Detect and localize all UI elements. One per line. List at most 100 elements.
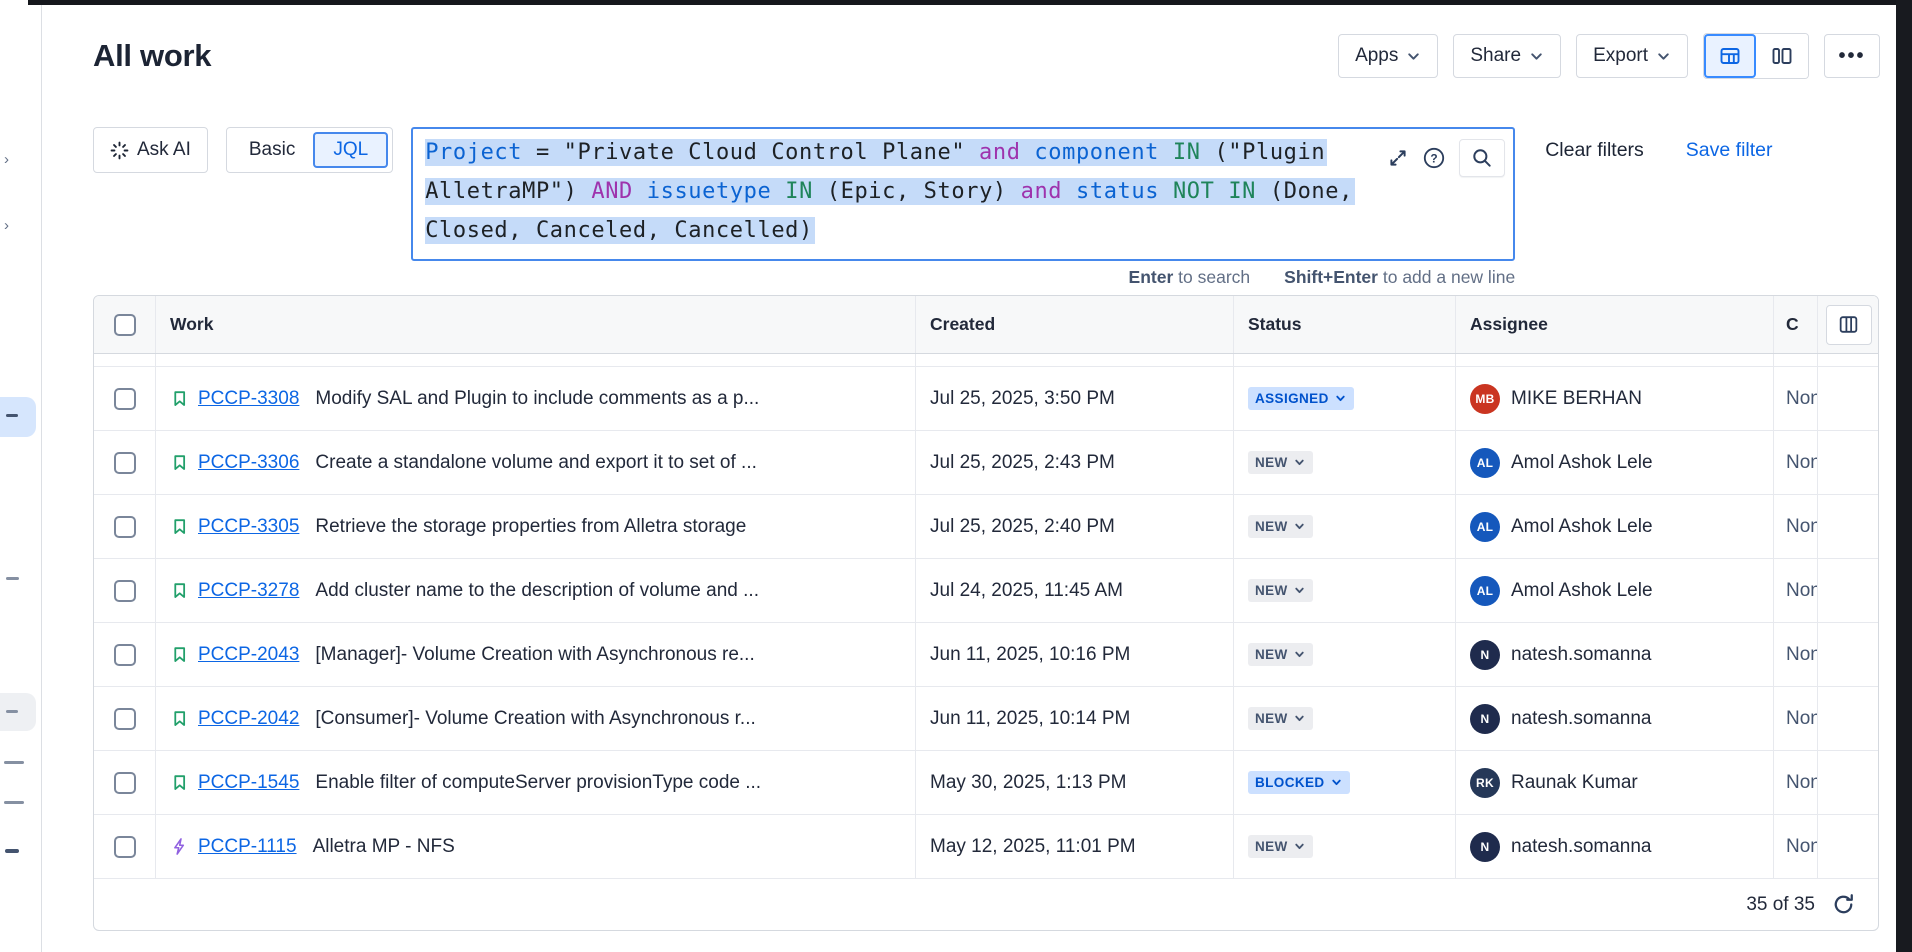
- sidebar-item-hover[interactable]: [0, 693, 36, 731]
- clear-filters-link[interactable]: Clear filters: [1545, 139, 1644, 162]
- jql-token: [771, 179, 785, 204]
- jql-token: component: [1034, 140, 1159, 165]
- status-cell: NEW: [1234, 815, 1456, 878]
- share-button[interactable]: Share: [1453, 34, 1561, 78]
- header-actions: Apps Share Export: [1338, 33, 1880, 79]
- jql-token: NOT IN: [1173, 179, 1256, 204]
- status-badge[interactable]: BLOCKED: [1248, 771, 1350, 794]
- status-badge[interactable]: NEW: [1248, 515, 1313, 538]
- expand-editor-button[interactable]: [1387, 147, 1409, 169]
- column-header-truncated[interactable]: C: [1774, 296, 1818, 353]
- ask-ai-button[interactable]: Ask AI: [93, 127, 208, 173]
- assignee-name: Amol Ashok Lele: [1511, 516, 1653, 538]
- issue-key-link[interactable]: PCCP-3278: [198, 580, 299, 602]
- issue-key-link[interactable]: PCCP-1545: [198, 772, 299, 794]
- issue-key-link[interactable]: PCCP-1115: [198, 836, 297, 858]
- jql-lines: Project = "Private Cloud Control Plane" …: [425, 134, 1363, 251]
- configure-columns-button[interactable]: [1826, 305, 1872, 345]
- more-icon: •••: [1839, 45, 1866, 68]
- status-badge[interactable]: NEW: [1248, 579, 1313, 602]
- column-header-work[interactable]: Work: [156, 296, 916, 353]
- jql-token: and: [979, 140, 1021, 165]
- refresh-icon: [1831, 892, 1856, 917]
- jql-editor-wrap: Project = "Private Cloud Control Plane" …: [411, 127, 1515, 288]
- jql-token: (Epic, Story): [813, 179, 1021, 204]
- issue-key-link[interactable]: PCCP-2043: [198, 644, 299, 666]
- syntax-help-button[interactable]: ?: [1421, 145, 1447, 171]
- assignee-cell: Nnatesh.somanna: [1456, 623, 1774, 686]
- run-search-button[interactable]: [1459, 139, 1505, 177]
- filter-bar: Ask AI Basic JQL Project = "Private Clou…: [93, 127, 1880, 288]
- row-checkbox[interactable]: [114, 452, 136, 474]
- split-view-button[interactable]: [1756, 34, 1808, 78]
- help-icon: ?: [1421, 145, 1447, 171]
- issue-key-link[interactable]: PCCP-2042: [198, 708, 299, 730]
- assignee-name: natesh.somanna: [1511, 836, 1652, 858]
- status-badge[interactable]: NEW: [1248, 707, 1313, 730]
- hint-enter: Enter to search: [1129, 267, 1251, 288]
- row-checkbox-cell: [94, 367, 156, 430]
- issue-key-link[interactable]: PCCP-3305: [198, 516, 299, 538]
- table-header: Work Created Status Assignee C: [94, 296, 1878, 354]
- epic-icon: [170, 837, 189, 856]
- jql-mode-button[interactable]: JQL: [313, 132, 388, 168]
- row-checkbox-cell: [94, 495, 156, 558]
- save-filter-link[interactable]: Save filter: [1686, 139, 1773, 162]
- sidebar-item-selected[interactable]: [0, 397, 36, 437]
- jql-tools: ?: [1387, 139, 1505, 177]
- chevron-down-icon: [1330, 776, 1343, 789]
- row-checkbox[interactable]: [114, 708, 136, 730]
- row-checkbox[interactable]: [114, 580, 136, 602]
- page-header: All work Apps Share Export: [93, 33, 1880, 79]
- chevron-down-icon: [1406, 49, 1421, 64]
- row-checkbox[interactable]: [114, 516, 136, 538]
- issue-summary: Enable filter of computeServer provision…: [315, 772, 761, 794]
- export-button-label: Export: [1593, 45, 1648, 67]
- row-checkbox[interactable]: [114, 388, 136, 410]
- created-cell: Jun 11, 2025, 10:16 PM: [916, 623, 1234, 686]
- issue-summary: Retrieve the storage properties from All…: [315, 516, 746, 538]
- assignee-name: Amol Ashok Lele: [1511, 580, 1653, 602]
- assignee-cell: ALAmol Ashok Lele: [1456, 495, 1774, 558]
- table-footer: 35 of 35: [94, 879, 1878, 930]
- more-button[interactable]: •••: [1824, 34, 1880, 78]
- row-checkbox-cell: [94, 431, 156, 494]
- column-header-status[interactable]: Status: [1234, 296, 1456, 353]
- table-view-button[interactable]: [1704, 34, 1756, 78]
- column-header-created[interactable]: Created: [916, 296, 1234, 353]
- jql-token: and: [1021, 179, 1063, 204]
- ask-ai-label: Ask AI: [137, 139, 191, 161]
- apps-button[interactable]: Apps: [1338, 34, 1438, 78]
- work-cell: PCCP-3308Modify SAL and Plugin to includ…: [156, 367, 916, 430]
- sidebar-chevron-icon[interactable]: ›: [4, 221, 9, 231]
- status-badge[interactable]: NEW: [1248, 835, 1313, 858]
- status-badge[interactable]: NEW: [1248, 451, 1313, 474]
- category-cell: None: [1774, 751, 1818, 814]
- refresh-button[interactable]: [1831, 892, 1856, 917]
- row-checkbox-cell: [94, 815, 156, 878]
- issue-key-link[interactable]: PCCP-3306: [198, 452, 299, 474]
- avatar: N: [1470, 704, 1500, 734]
- issue-key-link[interactable]: PCCP-3308: [198, 388, 299, 410]
- column-header-assignee[interactable]: Assignee: [1456, 296, 1774, 353]
- assignee-cell: ALAmol Ashok Lele: [1456, 431, 1774, 494]
- jql-selected-text: Project = "Private Cloud Control Plane" …: [425, 139, 1327, 166]
- status-cell: NEW: [1234, 687, 1456, 750]
- sidebar-chevron-icon[interactable]: ›: [4, 155, 9, 165]
- sidebar-collapsed: › ›: [0, 5, 42, 952]
- status-badge[interactable]: ASSIGNED: [1248, 387, 1354, 410]
- assignee-cell: RKRaunak Kumar: [1456, 751, 1774, 814]
- svg-text:?: ?: [1431, 151, 1438, 165]
- row-checkbox[interactable]: [114, 644, 136, 666]
- row-checkbox[interactable]: [114, 772, 136, 794]
- basic-mode-button[interactable]: Basic: [231, 139, 313, 161]
- issue-summary: Add cluster name to the description of v…: [315, 580, 759, 602]
- export-button[interactable]: Export: [1576, 34, 1688, 78]
- work-cell: PCCP-3278 Add cluster name to the descrip…: [156, 559, 916, 622]
- category-cell: None: [1774, 687, 1818, 750]
- select-all-checkbox[interactable]: [114, 314, 136, 336]
- row-checkbox[interactable]: [114, 836, 136, 858]
- issue-summary: [Manager]- Volume Creation with Asynchro…: [315, 644, 754, 666]
- jql-input[interactable]: Project = "Private Cloud Control Plane" …: [411, 127, 1515, 261]
- status-badge[interactable]: NEW: [1248, 643, 1313, 666]
